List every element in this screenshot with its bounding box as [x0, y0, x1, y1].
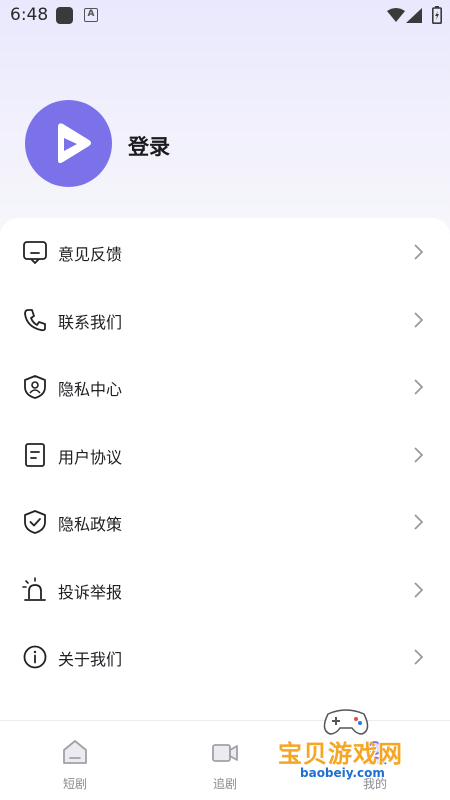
- chevron-right-icon: [414, 514, 424, 530]
- tab-short-drama[interactable]: 短剧: [0, 721, 150, 800]
- login-label[interactable]: 登录: [128, 131, 170, 161]
- avatar[interactable]: [25, 100, 112, 187]
- chevron-right-icon: [414, 312, 424, 328]
- watermark-url: baobeiy.com: [300, 766, 385, 780]
- app-icon: [56, 7, 73, 24]
- tab-label: 短剧: [62, 777, 87, 791]
- alarm-icon: [22, 577, 46, 601]
- shield-user-icon: [24, 375, 46, 399]
- menu-item-label: 隐私中心: [58, 380, 123, 399]
- chevron-right-icon: [414, 379, 424, 395]
- menu-item-contact[interactable]: 联系我们: [0, 292, 450, 348]
- watermark-text: 宝贝游戏网: [278, 740, 403, 768]
- menu-item-label: 意见反馈: [58, 245, 123, 264]
- menu-item-label: 投诉举报: [58, 583, 123, 602]
- feedback-icon: [23, 241, 47, 265]
- chevron-right-icon: [414, 447, 424, 463]
- chevron-right-icon: [414, 649, 424, 665]
- status-bar: 6:48 A: [0, 0, 450, 32]
- play-logo-icon: [58, 123, 91, 164]
- menu-item-user-agreement[interactable]: 用户协议: [0, 427, 450, 483]
- home-icon: [63, 740, 87, 764]
- menu-item-about[interactable]: 关于我们: [0, 629, 450, 685]
- menu-item-feedback[interactable]: 意见反馈: [0, 224, 450, 280]
- menu-item-report[interactable]: 投诉举报: [0, 562, 450, 618]
- signal-icon: [406, 8, 422, 23]
- menu-card: 意见反馈 联系我们 隐私中心 用户协议 隐私政策 投诉举报 关于我们: [0, 218, 450, 728]
- menu-item-label: 关于我们: [58, 650, 123, 669]
- menu-item-privacy-center[interactable]: 隐私中心: [0, 359, 450, 415]
- a-icon: A: [84, 8, 98, 22]
- video-camera-icon: [212, 744, 238, 762]
- wifi-icon: [387, 8, 405, 22]
- document-icon: [25, 443, 45, 467]
- battery-icon: [432, 6, 442, 24]
- menu-item-label: 用户协议: [58, 448, 123, 467]
- chevron-right-icon: [414, 582, 424, 598]
- watermark: 宝贝游戏网 baobeiy.com: [270, 700, 450, 800]
- shield-check-icon: [24, 510, 46, 534]
- menu-item-label: 隐私政策: [58, 515, 123, 534]
- chevron-right-icon: [414, 244, 424, 260]
- info-icon: [23, 645, 47, 669]
- status-time: 6:48: [10, 5, 49, 25]
- menu-item-label: 联系我们: [58, 313, 123, 332]
- phone-icon: [24, 309, 46, 332]
- menu-item-privacy-policy[interactable]: 隐私政策: [0, 494, 450, 550]
